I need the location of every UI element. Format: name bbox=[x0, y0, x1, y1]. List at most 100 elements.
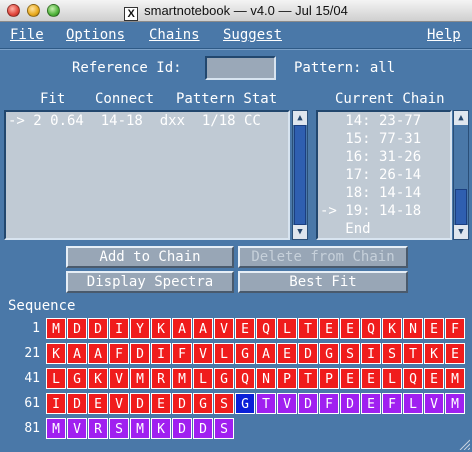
sequence-residue[interactable]: D bbox=[340, 393, 360, 414]
display-spectra-button[interactable]: Display Spectra bbox=[66, 271, 234, 293]
chain-row[interactable]: 14: 23-77 bbox=[320, 113, 421, 129]
sequence-residue[interactable]: A bbox=[256, 343, 276, 364]
sequence-residue[interactable]: S bbox=[214, 418, 234, 439]
sequence-residue[interactable]: R bbox=[151, 368, 171, 389]
chain-row[interactable]: 16: 31-26 bbox=[320, 149, 421, 165]
sequence-residue[interactable]: D bbox=[88, 318, 108, 339]
sequence-residue[interactable]: I bbox=[361, 343, 381, 364]
sequence-residue[interactable]: D bbox=[130, 393, 150, 414]
sequence-residue[interactable]: S bbox=[340, 343, 360, 364]
sequence-residue[interactable]: G bbox=[319, 343, 339, 364]
menu-chains[interactable]: Chains bbox=[149, 27, 200, 43]
sequence-residue[interactable]: G bbox=[193, 393, 213, 414]
sequence-residue[interactable]: T bbox=[298, 368, 318, 389]
best-fit-button[interactable]: Best Fit bbox=[238, 271, 408, 293]
sequence-residue[interactable]: E bbox=[424, 368, 444, 389]
sequence-residue[interactable]: G bbox=[235, 343, 255, 364]
sequence-residue[interactable]: E bbox=[340, 368, 360, 389]
sequence-residue[interactable]: D bbox=[130, 343, 150, 364]
sequence-residue[interactable]: I bbox=[151, 343, 171, 364]
sequence-residue[interactable]: L bbox=[382, 368, 402, 389]
sequence-residue[interactable]: Q bbox=[235, 368, 255, 389]
add-to-chain-button[interactable]: Add to Chain bbox=[66, 246, 234, 268]
sequence-residue[interactable]: E bbox=[361, 393, 381, 414]
sequence-residue[interactable]: K bbox=[46, 343, 66, 364]
sequence-residue[interactable]: D bbox=[67, 318, 87, 339]
chain-list-scroll-thumb[interactable] bbox=[455, 189, 467, 225]
sequence-residue[interactable]: F bbox=[382, 393, 402, 414]
sequence-residue[interactable]: E bbox=[340, 318, 360, 339]
sequence-residue[interactable]: N bbox=[256, 368, 276, 389]
sequence-residue[interactable]: K bbox=[424, 343, 444, 364]
sequence-residue[interactable]: E bbox=[88, 393, 108, 414]
chain-row-end[interactable]: End bbox=[320, 221, 370, 237]
sequence-residue[interactable]: P bbox=[277, 368, 297, 389]
sequence-residue[interactable]: A bbox=[67, 343, 87, 364]
chain-row[interactable]: 18: 14-14 bbox=[320, 185, 421, 201]
sequence-residue[interactable]: M bbox=[172, 368, 192, 389]
sequence-residue[interactable]: T bbox=[403, 343, 423, 364]
fit-list-scroll-thumb[interactable] bbox=[294, 125, 306, 225]
sequence-residue[interactable]: V bbox=[214, 318, 234, 339]
sequence-residue[interactable]: R bbox=[88, 418, 108, 439]
chain-row[interactable]: 17: 26-14 bbox=[320, 167, 421, 183]
sequence-residue[interactable]: I bbox=[46, 393, 66, 414]
reference-id-input[interactable] bbox=[205, 56, 276, 80]
sequence-residue[interactable]: L bbox=[46, 368, 66, 389]
sequence-residue[interactable]: M bbox=[445, 368, 465, 389]
sequence-residue[interactable]: V bbox=[67, 418, 87, 439]
sequence-residue[interactable]: Y bbox=[130, 318, 150, 339]
sequence-residue[interactable]: A bbox=[172, 318, 192, 339]
sequence-residue[interactable]: M bbox=[130, 418, 150, 439]
sequence-residue[interactable]: I bbox=[109, 318, 129, 339]
scroll-down-arrow-icon[interactable]: ▼ bbox=[293, 225, 307, 239]
menu-options[interactable]: Options bbox=[66, 27, 125, 43]
sequence-residue[interactable]: D bbox=[172, 418, 192, 439]
sequence-residue[interactable]: F bbox=[445, 318, 465, 339]
sequence-residue[interactable]: G bbox=[235, 393, 255, 414]
sequence-residue[interactable]: L bbox=[193, 368, 213, 389]
sequence-residue[interactable]: M bbox=[46, 318, 66, 339]
chain-row-selected[interactable]: -> 19: 14-18 bbox=[320, 203, 421, 219]
sequence-residue[interactable]: S bbox=[382, 343, 402, 364]
sequence-residue[interactable]: K bbox=[151, 418, 171, 439]
menu-suggest[interactable]: Suggest bbox=[223, 27, 282, 43]
sequence-residue[interactable]: D bbox=[298, 393, 318, 414]
sequence-residue[interactable]: V bbox=[424, 393, 444, 414]
sequence-residue[interactable]: M bbox=[445, 393, 465, 414]
sequence-residue[interactable]: K bbox=[151, 318, 171, 339]
sequence-residue[interactable]: G bbox=[67, 368, 87, 389]
scroll-up-arrow-icon[interactable]: ▲ bbox=[293, 111, 307, 125]
current-chain-list[interactable]: 14: 23-77 15: 77-31 16: 31-26 17: 26-14 … bbox=[316, 110, 452, 240]
chain-row[interactable]: 15: 77-31 bbox=[320, 131, 421, 147]
sequence-residue[interactable]: V bbox=[193, 343, 213, 364]
fit-list-row[interactable]: -> 2 0.64 14-18 dxx 1/18 CC bbox=[8, 113, 261, 129]
fit-list-scrollbar[interactable]: ▲ ▼ bbox=[292, 110, 308, 240]
sequence-residue[interactable]: P bbox=[319, 368, 339, 389]
sequence-residue[interactable]: E bbox=[235, 318, 255, 339]
sequence-residue[interactable]: L bbox=[277, 318, 297, 339]
sequence-residue[interactable]: N bbox=[403, 318, 423, 339]
sequence-residue[interactable]: K bbox=[382, 318, 402, 339]
sequence-residue[interactable]: F bbox=[172, 343, 192, 364]
sequence-residue[interactable]: T bbox=[298, 318, 318, 339]
sequence-residue[interactable]: T bbox=[256, 393, 276, 414]
sequence-residue[interactable]: D bbox=[298, 343, 318, 364]
sequence-residue[interactable]: M bbox=[46, 418, 66, 439]
menu-help[interactable]: Help bbox=[427, 27, 461, 43]
sequence-residue[interactable]: F bbox=[319, 393, 339, 414]
sequence-residue[interactable]: Q bbox=[403, 368, 423, 389]
fit-list[interactable]: -> 2 0.64 14-18 dxx 1/18 CC bbox=[4, 110, 290, 240]
sequence-residue[interactable]: Q bbox=[361, 318, 381, 339]
sequence-residue[interactable]: S bbox=[214, 393, 234, 414]
scroll-up-arrow-icon[interactable]: ▲ bbox=[454, 111, 468, 125]
sequence-residue[interactable]: E bbox=[361, 368, 381, 389]
sequence-residue[interactable]: F bbox=[109, 343, 129, 364]
sequence-residue[interactable]: E bbox=[319, 318, 339, 339]
scroll-down-arrow-icon[interactable]: ▼ bbox=[454, 225, 468, 239]
chain-list-scrollbar[interactable]: ▲ ▼ bbox=[453, 110, 469, 240]
sequence-residue[interactable]: M bbox=[130, 368, 150, 389]
sequence-residue[interactable]: V bbox=[109, 393, 129, 414]
sequence-residue[interactable]: G bbox=[214, 368, 234, 389]
sequence-residue[interactable]: S bbox=[109, 418, 129, 439]
